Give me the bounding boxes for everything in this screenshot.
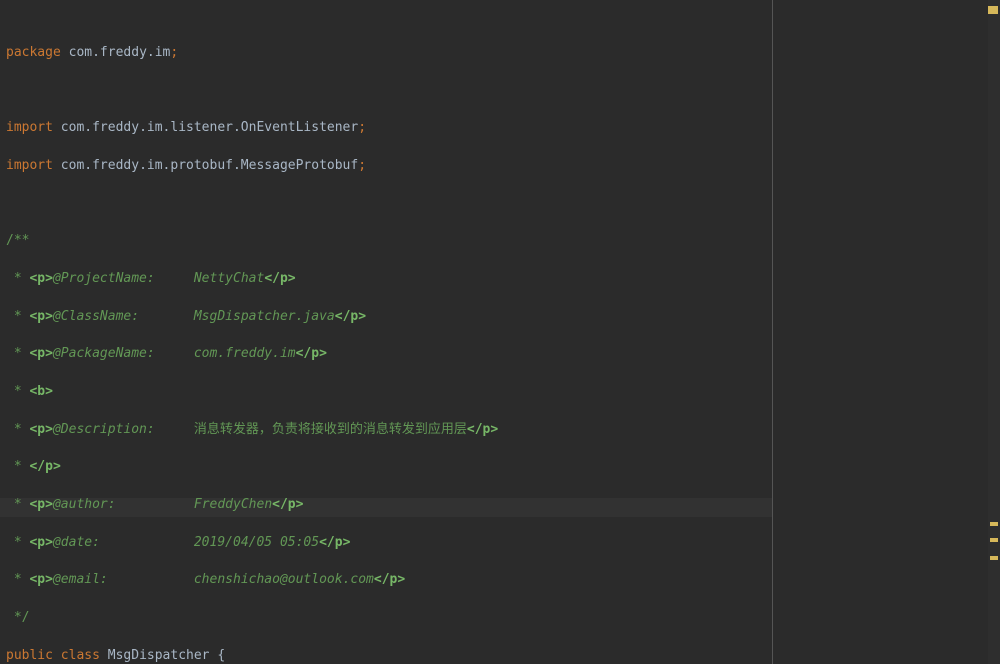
doc-value: FreddyChen xyxy=(194,497,272,512)
doc-label: @email: xyxy=(53,572,108,587)
html-tag: <p> xyxy=(29,422,52,437)
javadoc-star: * xyxy=(6,535,29,550)
keyword-package: package xyxy=(6,45,69,60)
html-tag: </p> xyxy=(29,459,60,474)
code-editor[interactable]: package com.freddy.im; import com.freddy… xyxy=(0,0,1000,664)
javadoc-star: * xyxy=(6,346,29,361)
doc-label: @ClassName: xyxy=(53,309,139,324)
doc-label: @Description: xyxy=(53,422,155,437)
semicolon: ; xyxy=(358,120,366,135)
html-tag: <p> xyxy=(29,572,52,587)
doc-label: @ProjectName: xyxy=(53,271,155,286)
gutter-marker[interactable] xyxy=(990,538,998,542)
doc-spacing xyxy=(155,346,194,361)
doc-value: com.freddy.im xyxy=(194,346,296,361)
semicolon: ; xyxy=(358,158,366,173)
class-name: MsgDispatcher xyxy=(108,648,210,663)
html-tag: <b> xyxy=(29,384,52,399)
javadoc-star: * xyxy=(6,271,29,286)
code-area[interactable]: package com.freddy.im; import com.freddy… xyxy=(0,0,772,664)
javadoc-star: * xyxy=(6,309,29,324)
html-tag: </p> xyxy=(374,572,405,587)
html-tag: </p> xyxy=(296,346,327,361)
html-tag: </p> xyxy=(272,497,303,512)
doc-label: @PackageName: xyxy=(53,346,155,361)
gutter-marker[interactable] xyxy=(988,6,998,14)
doc-value: 消息转发器，负责将接收到的消息转发到应用层 xyxy=(194,422,467,437)
doc-value: 2019/04/05 05:05 xyxy=(194,535,319,550)
html-tag: </p> xyxy=(264,271,295,286)
gutter-marker[interactable] xyxy=(990,522,998,526)
keyword-public: public xyxy=(6,648,61,663)
import-path: com.freddy.im.protobuf.MessageProtobuf xyxy=(61,158,358,173)
html-tag: </p> xyxy=(319,535,350,550)
javadoc-close: */ xyxy=(6,610,29,625)
brace: { xyxy=(210,648,226,663)
javadoc-star: * xyxy=(6,459,29,474)
html-tag: <p> xyxy=(29,535,52,550)
javadoc-star: * xyxy=(6,572,29,587)
import-path: com.freddy.im.listener.OnEventListener xyxy=(61,120,358,135)
javadoc-star: * xyxy=(6,384,29,399)
javadoc-star: * xyxy=(6,497,29,512)
doc-spacing xyxy=(139,309,194,324)
right-pane xyxy=(772,0,1000,664)
keyword-import: import xyxy=(6,120,61,135)
semicolon: ; xyxy=(170,45,178,60)
right-margin-line xyxy=(772,0,773,664)
keyword-import: import xyxy=(6,158,61,173)
doc-label: @date: xyxy=(53,535,100,550)
html-tag: <p> xyxy=(29,346,52,361)
doc-value: chenshichao@outlook.com xyxy=(194,572,374,587)
doc-value: MsgDispatcher.java xyxy=(194,309,335,324)
doc-spacing xyxy=(100,535,194,550)
html-tag: </p> xyxy=(335,309,366,324)
html-tag: </p> xyxy=(467,422,498,437)
html-tag: <p> xyxy=(29,309,52,324)
javadoc-star: * xyxy=(6,422,29,437)
keyword-class: class xyxy=(61,648,108,663)
javadoc-open: /** xyxy=(6,233,29,248)
html-tag: <p> xyxy=(29,271,52,286)
html-tag: <p> xyxy=(29,497,52,512)
doc-spacing xyxy=(116,497,194,512)
gutter-marker[interactable] xyxy=(990,556,998,560)
package-name: com.freddy.im xyxy=(69,45,171,60)
doc-label: @author: xyxy=(53,497,116,512)
scrollbar-track[interactable] xyxy=(988,0,1000,664)
doc-value: NettyChat xyxy=(194,271,264,286)
doc-spacing xyxy=(108,572,194,587)
doc-spacing xyxy=(155,422,194,437)
doc-spacing xyxy=(155,271,194,286)
